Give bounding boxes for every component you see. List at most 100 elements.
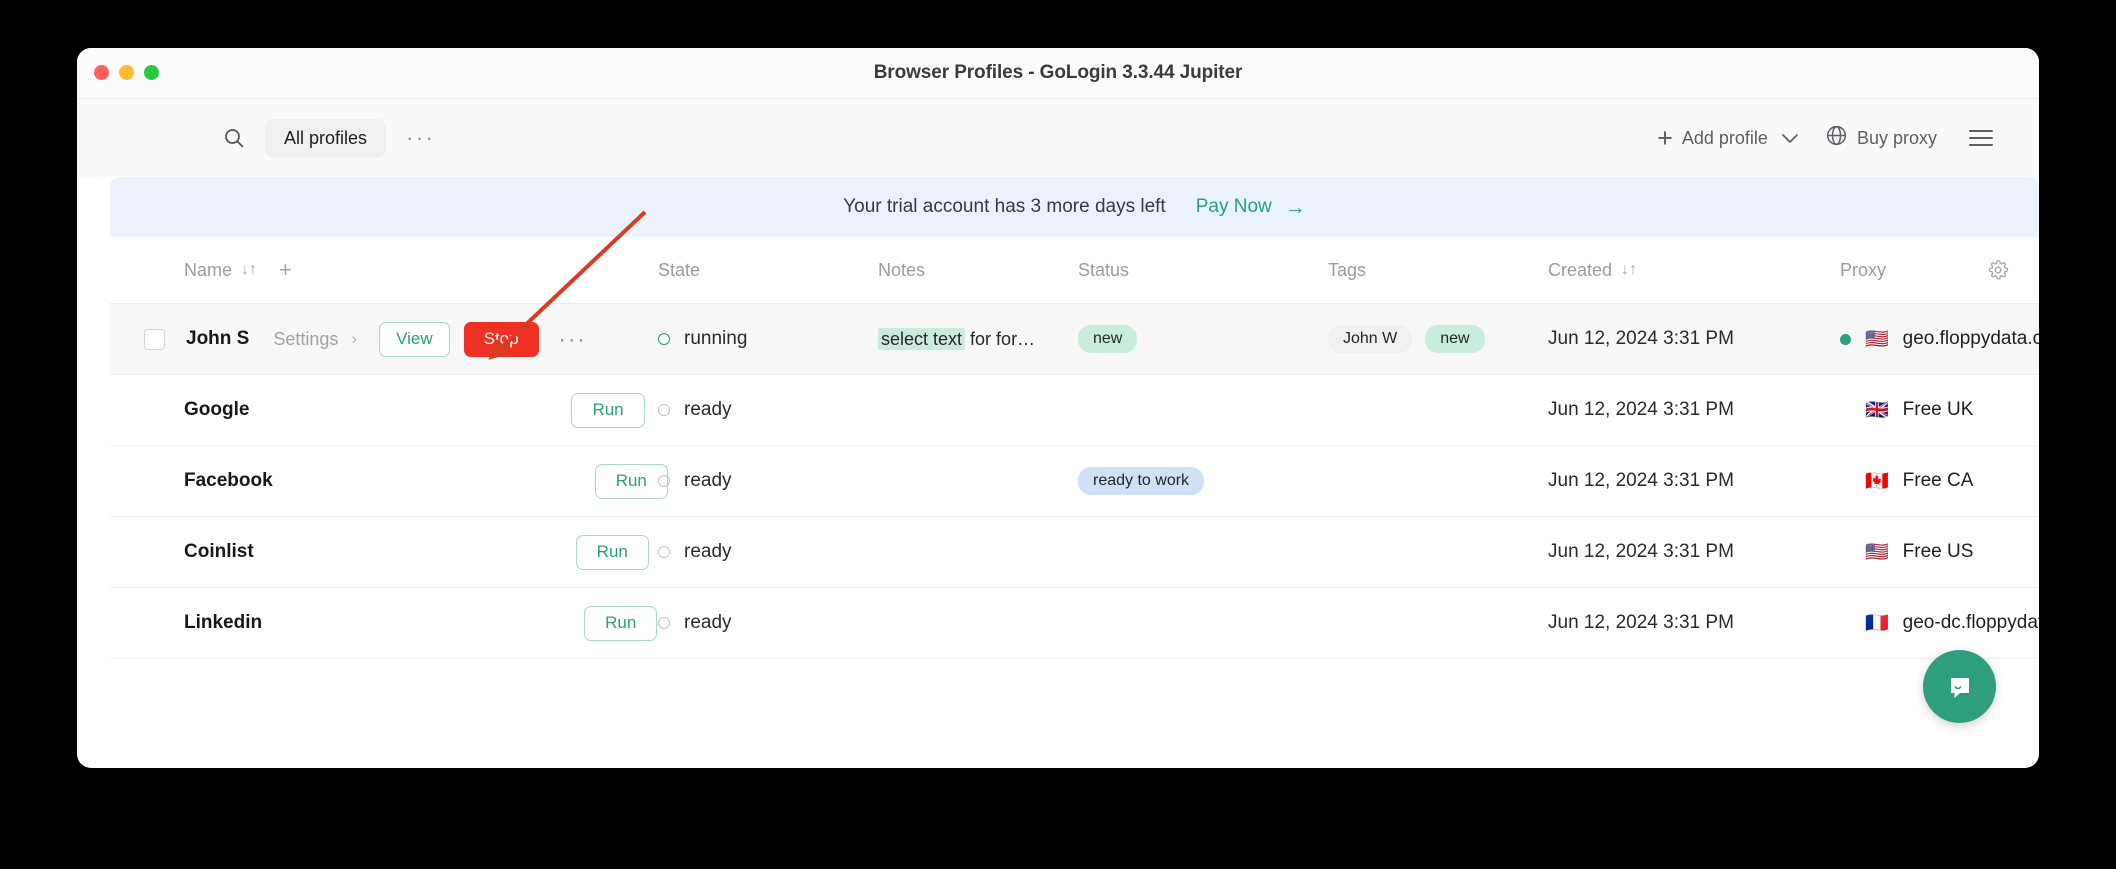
table-row[interactable]: Linkedin Run ready Jun 12, 2024 3:31 PM 🇫🇷 ge… bbox=[110, 588, 2039, 659]
cell-proxy[interactable]: 🇺🇸 Free US bbox=[1840, 541, 1973, 563]
cell-name: John S Settings › View Stop ··· bbox=[144, 321, 587, 357]
state-indicator-icon bbox=[658, 546, 670, 558]
toolbar-left-group: All profiles ··· bbox=[219, 99, 440, 177]
add-profile-label: Add profile bbox=[1681, 127, 1768, 148]
sort-icon[interactable]: ↓↑ bbox=[1621, 261, 1637, 279]
state-indicator-icon bbox=[658, 404, 670, 416]
window-title: Browser Profiles - GoLogin 3.3.44 Jupite… bbox=[873, 62, 1243, 83]
run-button[interactable]: Run bbox=[594, 463, 668, 499]
column-header-created[interactable]: Created ↓↑ bbox=[1548, 260, 1637, 281]
notes-rest-text: for for… bbox=[965, 328, 1036, 349]
column-header-status: Status bbox=[1078, 259, 1130, 280]
table-row[interactable]: Google Run ready Jun 12, 2024 3:31 PM 🇬🇧 Free… bbox=[110, 375, 2039, 446]
cell-created: Jun 12, 2024 3:31 PM bbox=[1548, 470, 1734, 492]
profiles-more-options-button[interactable]: ··· bbox=[402, 127, 439, 149]
created-date: Jun 12, 2024 3:31 PM bbox=[1548, 470, 1734, 491]
created-date: Jun 12, 2024 3:31 PM bbox=[1548, 399, 1734, 420]
profile-name: Google bbox=[184, 399, 250, 420]
profile-settings-label: Settings bbox=[273, 328, 339, 349]
run-button[interactable]: Run bbox=[575, 534, 649, 570]
cell-status: new bbox=[1078, 325, 1138, 353]
created-date: Jun 12, 2024 3:31 PM bbox=[1548, 612, 1734, 633]
cell-tags: John W new bbox=[1328, 325, 1485, 353]
state-label: ready bbox=[684, 541, 732, 562]
cell-created: Jun 12, 2024 3:31 PM bbox=[1548, 541, 1734, 563]
cell-name: Google Run bbox=[144, 392, 645, 428]
table-row[interactable]: John S Settings › View Stop ··· running select … bbox=[110, 304, 2039, 375]
profile-name: John S bbox=[186, 328, 250, 349]
profile-name: Facebook bbox=[184, 470, 273, 491]
profile-settings-link[interactable]: Settings › bbox=[273, 329, 357, 350]
column-header-notes: Notes bbox=[878, 259, 926, 280]
state-label: ready bbox=[684, 612, 732, 633]
row-checkbox[interactable] bbox=[144, 328, 165, 350]
proxy-label: geo-dc.floppydata.c… bbox=[1902, 612, 2039, 633]
pay-now-button[interactable]: Pay Now → bbox=[1196, 196, 1306, 218]
cell-state: running bbox=[658, 328, 747, 350]
created-date: Jun 12, 2024 3:31 PM bbox=[1548, 328, 1734, 349]
column-header-name-label: Name bbox=[184, 259, 233, 280]
proxy-label: geo.floppydata.com bbox=[1902, 328, 2039, 349]
state-label: ready bbox=[684, 399, 732, 420]
chat-bubble-icon[interactable] bbox=[1923, 650, 1996, 723]
proxy-label: Free CA bbox=[1902, 470, 1974, 491]
chevron-right-icon: › bbox=[351, 329, 358, 348]
search-icon[interactable] bbox=[219, 123, 249, 153]
proxy-status-dot bbox=[1840, 333, 1851, 345]
sort-icon[interactable]: ↓↑ bbox=[241, 261, 257, 279]
cell-state: ready bbox=[658, 612, 732, 634]
cell-name: Coinlist Run bbox=[144, 534, 649, 570]
table-row[interactable]: Facebook Run ready ready to work Jun 12, 202… bbox=[110, 446, 2039, 517]
trial-message: Your trial account has 3 more days left bbox=[843, 196, 1166, 217]
state-indicator-icon bbox=[658, 333, 670, 345]
view-button[interactable]: View bbox=[379, 321, 450, 357]
profile-name: Linkedin bbox=[184, 612, 263, 633]
cell-created: Jun 12, 2024 3:31 PM bbox=[1548, 399, 1734, 421]
hamburger-menu-icon[interactable] bbox=[1969, 130, 1993, 146]
buy-proxy-label: Buy proxy bbox=[1856, 127, 1937, 148]
proxy-label: Free UK bbox=[1902, 399, 1974, 420]
toolbar: All profiles ··· + Add profile Buy proxy bbox=[77, 99, 2039, 177]
column-header-name[interactable]: Name ↓↑ + bbox=[144, 259, 292, 281]
state-indicator-icon bbox=[658, 475, 670, 487]
arrow-right-icon: → bbox=[1284, 195, 1306, 219]
title-bar: Browser Profiles - GoLogin 3.3.44 Jupite… bbox=[77, 48, 2039, 99]
add-column-icon[interactable]: + bbox=[279, 259, 292, 281]
add-profile-button[interactable]: + Add profile bbox=[1657, 122, 1799, 153]
status-badge[interactable]: ready to work bbox=[1078, 467, 1205, 495]
all-profiles-filter-chip[interactable]: All profiles bbox=[265, 118, 387, 158]
run-button[interactable]: Run bbox=[571, 392, 645, 428]
cell-notes[interactable]: select text for for… bbox=[878, 327, 1036, 350]
proxy-country-flag-icon: 🇨🇦 bbox=[1865, 470, 1889, 492]
cell-status: ready to work bbox=[1078, 467, 1205, 495]
tag-badge[interactable]: John W bbox=[1328, 325, 1413, 353]
run-button[interactable]: Run bbox=[584, 605, 658, 641]
pay-now-label: Pay Now bbox=[1195, 196, 1272, 217]
table-row[interactable]: Coinlist Run ready Jun 12, 2024 3:31 PM 🇺🇸 Fr… bbox=[110, 517, 2039, 588]
plus-icon: + bbox=[1657, 122, 1673, 153]
proxy-country-flag-icon: 🇫🇷 bbox=[1865, 612, 1889, 634]
cell-proxy[interactable]: 🇨🇦 Free CA bbox=[1840, 470, 1973, 492]
cell-proxy[interactable]: 🇺🇸 geo.floppydata.com bbox=[1840, 328, 2039, 350]
column-header-created-label: Created bbox=[1548, 259, 1613, 280]
buy-proxy-button[interactable]: Buy proxy bbox=[1825, 124, 1937, 152]
profiles-table: Name ↓↑ + State Notes Status Tags Create… bbox=[110, 237, 2039, 659]
cell-created: Jun 12, 2024 3:31 PM bbox=[1548, 612, 1734, 634]
tag-badge[interactable]: new bbox=[1425, 325, 1485, 353]
proxy-country-flag-icon: 🇺🇸 bbox=[1865, 541, 1889, 563]
content-area: Your trial account has 3 more days left … bbox=[110, 177, 2039, 659]
stop-button[interactable]: Stop bbox=[463, 321, 539, 357]
chevron-down-icon[interactable] bbox=[1781, 128, 1799, 149]
cell-proxy[interactable]: 🇫🇷 geo-dc.floppydata.c… bbox=[1840, 612, 2039, 634]
proxy-country-flag-icon: 🇺🇸 bbox=[1865, 328, 1889, 350]
cell-proxy[interactable]: 🇬🇧 Free UK bbox=[1840, 399, 1973, 421]
cell-name: Facebook Run bbox=[144, 463, 668, 499]
notes-highlighted-text: select text bbox=[878, 327, 966, 350]
toolbar-right-group: + Add profile Buy proxy bbox=[1657, 99, 1993, 177]
cell-created: Jun 12, 2024 3:31 PM bbox=[1548, 328, 1734, 350]
status-badge[interactable]: new bbox=[1078, 325, 1138, 353]
trial-banner: Your trial account has 3 more days left … bbox=[110, 177, 2039, 237]
column-header-state: State bbox=[658, 259, 701, 280]
row-more-options-button[interactable]: ··· bbox=[559, 329, 587, 350]
gear-icon[interactable] bbox=[1987, 259, 2009, 281]
